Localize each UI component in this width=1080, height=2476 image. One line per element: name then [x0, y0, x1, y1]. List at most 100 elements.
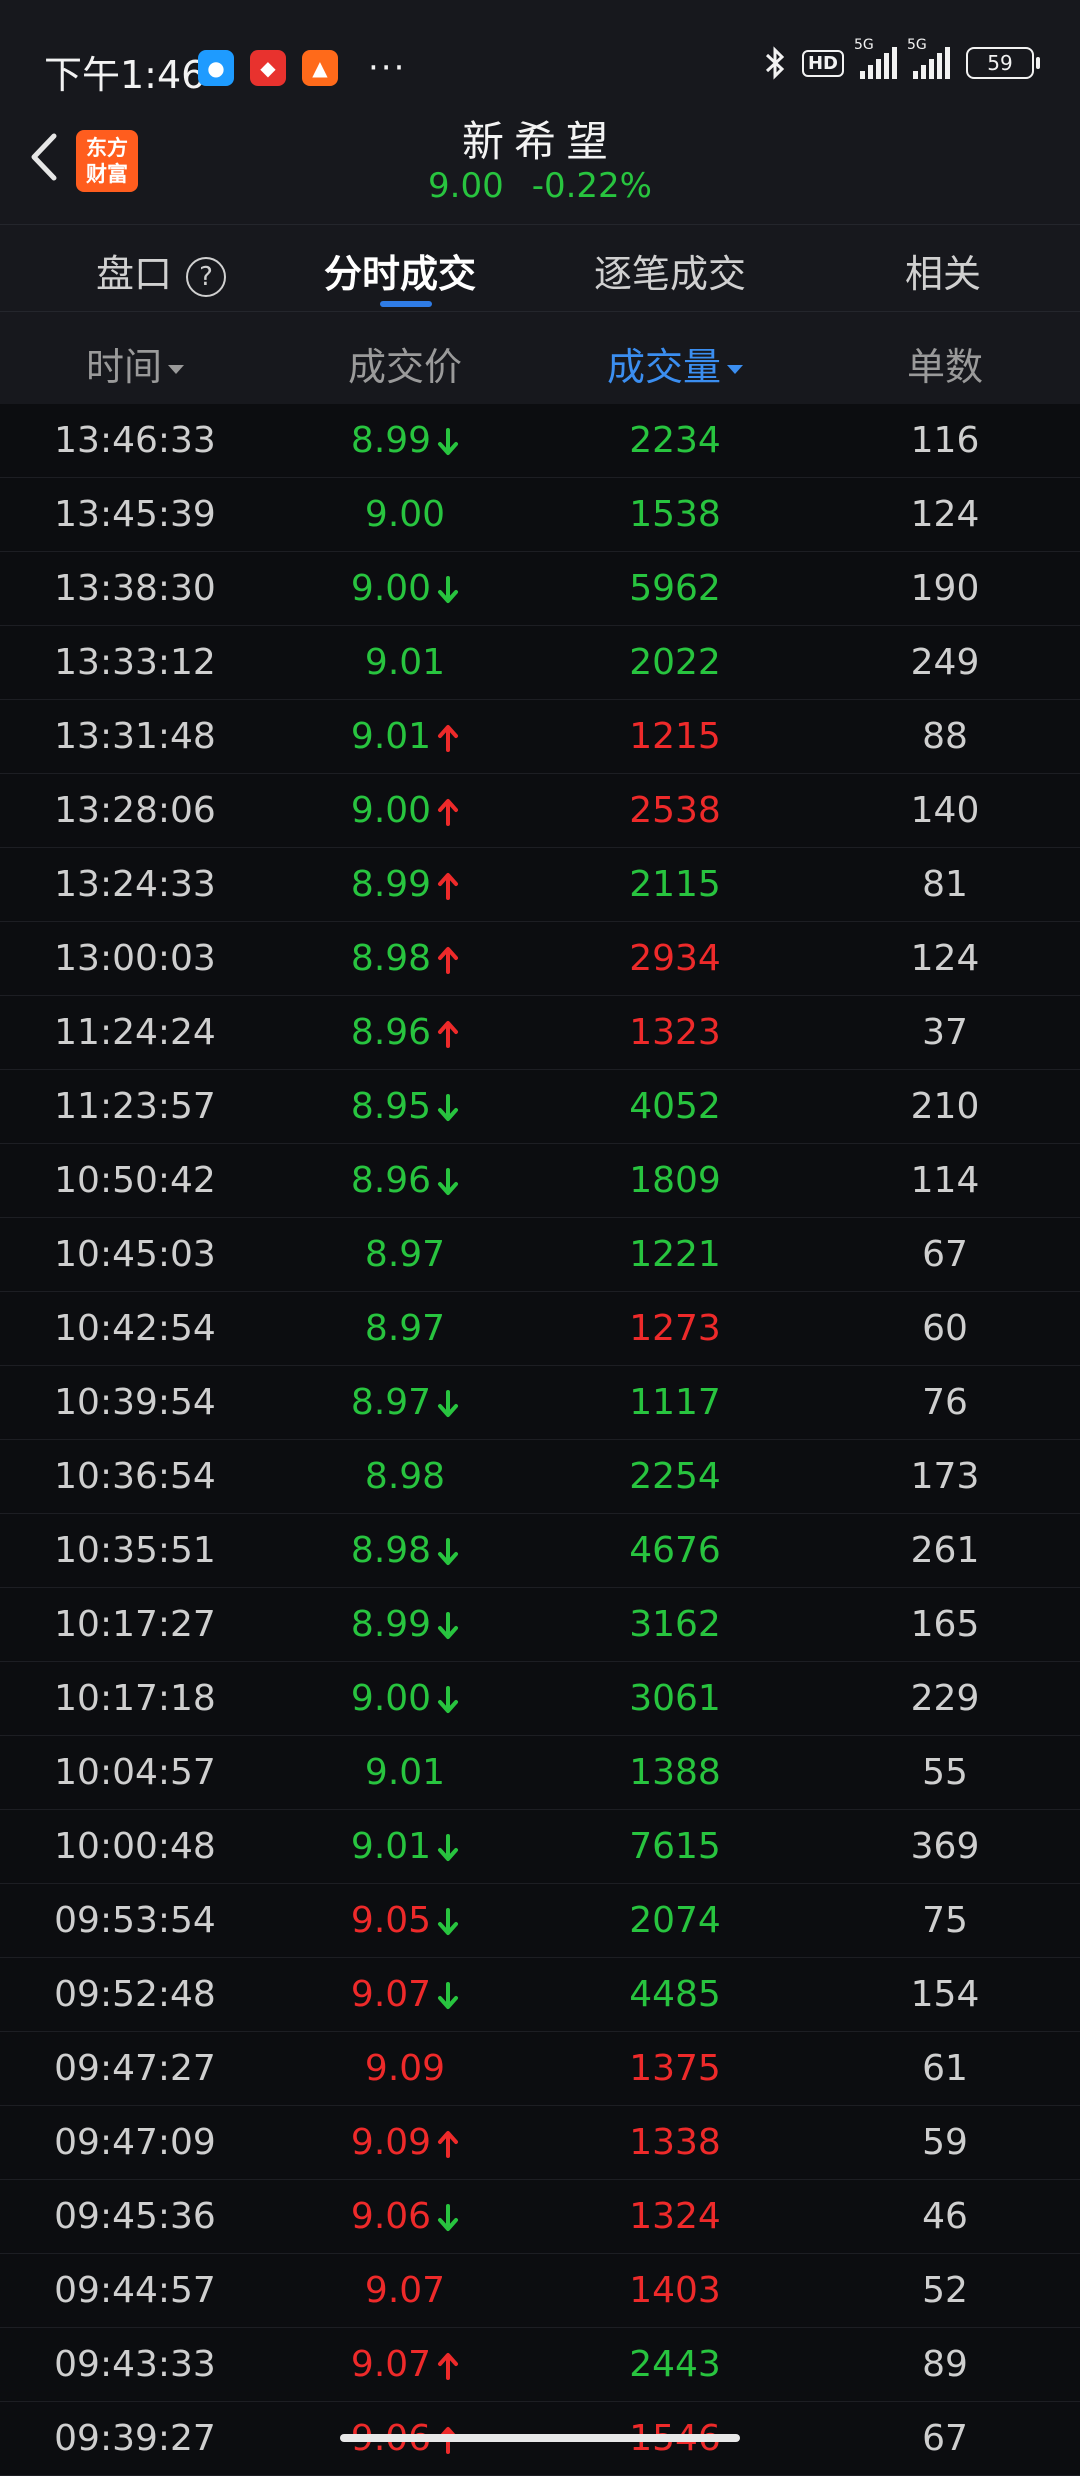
- column-time[interactable]: 时间: [0, 336, 270, 391]
- trade-row: 09:47:09 9.09 1338 59: [0, 2106, 1080, 2180]
- trade-price: 9.00: [350, 790, 432, 831]
- trade-volume: 2538: [629, 790, 721, 831]
- trade-price-cell: 8.99: [270, 404, 540, 477]
- trade-price: 9.00: [364, 494, 446, 535]
- trade-price: 9.09: [364, 2048, 446, 2089]
- column-count: 单数: [906, 345, 983, 389]
- trade-count: 124: [910, 938, 980, 979]
- more-notifications-icon: ···: [368, 48, 407, 88]
- trade-time: 10:00:48: [54, 1826, 216, 1867]
- home-indicator[interactable]: [340, 2434, 740, 2442]
- tab-bar: 盘口? 分时成交 逐笔成交 相关: [0, 224, 1080, 312]
- trade-count: 165: [910, 1604, 980, 1645]
- trade-row: 11:24:24 8.96 1323 37: [0, 996, 1080, 1070]
- trade-count: 369: [910, 1826, 980, 1867]
- trade-row: 10:39:54 8.97 1117 76: [0, 1366, 1080, 1440]
- trade-volume: 1323: [629, 1012, 721, 1053]
- trade-time: 10:17:18: [54, 1678, 216, 1719]
- trade-price-cell: 9.01: [270, 1736, 540, 1809]
- trade-volume: 2234: [629, 420, 721, 461]
- trade-price: 9.07: [350, 2344, 432, 2385]
- trade-price-cell: 8.98: [270, 1514, 540, 1587]
- trade-volume: 1324: [629, 2196, 721, 2237]
- trade-volume: 2115: [629, 864, 721, 905]
- trade-count: 89: [922, 2344, 968, 2385]
- down-arrow-icon: [438, 1908, 459, 1935]
- column-volume[interactable]: 成交量: [540, 336, 810, 391]
- trade-volume: 2022: [629, 642, 721, 683]
- stock-price: 9.00: [428, 166, 504, 206]
- trade-count: 55: [922, 1752, 968, 1793]
- down-arrow-icon: [438, 1834, 459, 1861]
- trade-time: 09:47:27: [54, 2048, 216, 2089]
- trade-price: 8.97: [364, 1308, 446, 1349]
- trade-price: 9.01: [350, 716, 432, 757]
- trade-time: 09:53:54: [54, 1900, 216, 1941]
- trade-price-cell: 9.09: [270, 2106, 540, 2179]
- help-icon[interactable]: ?: [186, 256, 227, 297]
- trade-time: 13:24:33: [54, 864, 216, 905]
- trade-price: 8.98: [350, 1530, 432, 1571]
- trade-row: 11:23:57 8.95 4052 210: [0, 1070, 1080, 1144]
- tab-tick-trades[interactable]: 逐笔成交: [594, 243, 746, 298]
- trade-count: 52: [922, 2270, 968, 2311]
- trade-count: 67: [922, 2418, 968, 2459]
- up-arrow-icon: [438, 799, 459, 826]
- tab-time-trades[interactable]: 分时成交: [324, 243, 476, 298]
- trade-count: 114: [910, 1160, 980, 1201]
- trade-price: 9.07: [350, 1974, 432, 2015]
- up-arrow-icon: [438, 947, 459, 974]
- trade-price: 8.99: [350, 1604, 432, 1645]
- trade-time: 09:47:09: [54, 2122, 216, 2163]
- bluetooth-icon: [765, 46, 785, 80]
- trade-price: 8.96: [350, 1012, 432, 1053]
- chat-app-icon: ●: [198, 50, 234, 86]
- trade-count: 60: [922, 1308, 968, 1349]
- trade-row: 10:17:18 9.00 3061 229: [0, 1662, 1080, 1736]
- up-arrow-icon: [438, 1021, 459, 1048]
- trade-row: 10:00:48 9.01 7615 369: [0, 1810, 1080, 1884]
- trade-volume: 1403: [629, 2270, 721, 2311]
- trade-volume: 4485: [629, 1974, 721, 2015]
- up-arrow-icon: [438, 2353, 459, 2380]
- trade-time: 10:45:03: [54, 1234, 216, 1275]
- trade-count: 249: [910, 642, 980, 683]
- trade-volume: 5962: [629, 568, 721, 609]
- trade-price: 8.98: [364, 1456, 446, 1497]
- up-arrow-icon: [438, 2131, 459, 2158]
- trade-count: 210: [910, 1086, 980, 1127]
- trade-time: 13:38:30: [54, 568, 216, 609]
- trade-price-cell: 9.01: [270, 626, 540, 699]
- sort-caret-icon: [727, 365, 743, 374]
- trade-volume: 2074: [629, 1900, 721, 1941]
- trade-time: 11:23:57: [54, 1086, 216, 1127]
- down-arrow-icon: [438, 1390, 459, 1417]
- trade-time: 09:44:57: [54, 2270, 216, 2311]
- trade-list[interactable]: 13:46:33 8.99 2234 116 13:45:39 9.00 1538 124 13…: [0, 404, 1080, 2476]
- trade-price-cell: 9.01: [270, 700, 540, 773]
- trade-time: 13:00:03: [54, 938, 216, 979]
- trade-count: 81: [922, 864, 968, 905]
- trade-time: 13:31:48: [54, 716, 216, 757]
- down-arrow-icon: [438, 1538, 459, 1565]
- trade-count: 140: [910, 790, 980, 831]
- trade-volume: 4676: [629, 1530, 721, 1571]
- down-arrow-icon: [438, 1982, 459, 2009]
- tab-related[interactable]: 相关: [905, 243, 981, 298]
- down-arrow-icon: [438, 576, 459, 603]
- taobao-app-icon: ▲: [302, 50, 338, 86]
- battery-icon: 59: [966, 47, 1040, 79]
- trade-row: 13:46:33 8.99 2234 116: [0, 404, 1080, 478]
- trade-volume: 1809: [629, 1160, 721, 1201]
- trade-volume: 1273: [629, 1308, 721, 1349]
- trade-count: 229: [910, 1678, 980, 1719]
- trade-price: 8.99: [350, 864, 432, 905]
- trade-count: 124: [910, 494, 980, 535]
- trade-time: 10:36:54: [54, 1456, 216, 1497]
- trade-price-cell: 9.07: [270, 1958, 540, 2031]
- tab-panel[interactable]: 盘口?: [96, 243, 227, 298]
- trade-volume: 7615: [629, 1826, 721, 1867]
- trade-count: 261: [910, 1530, 980, 1571]
- trade-price-cell: 8.98: [270, 1440, 540, 1513]
- trade-price: 9.06: [350, 2196, 432, 2237]
